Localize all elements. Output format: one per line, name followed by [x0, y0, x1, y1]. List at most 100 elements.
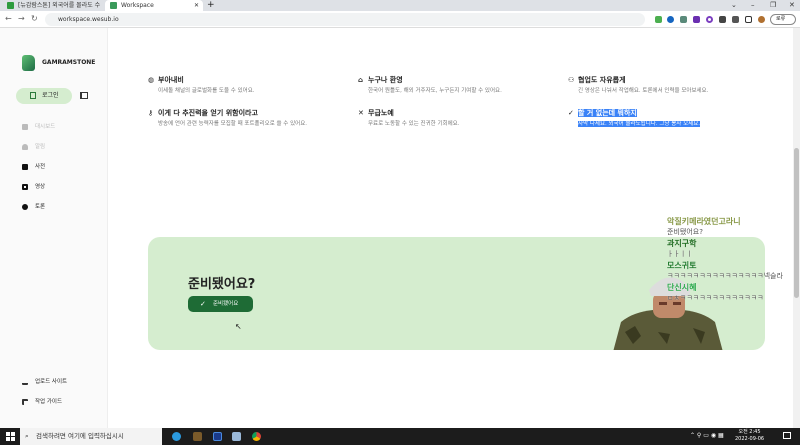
extension-icon[interactable]: [655, 16, 662, 23]
key-icon: ⚷: [148, 109, 154, 117]
forward-icon[interactable]: →: [18, 14, 25, 23]
chat-message: ㅁㅊㅋㅋㅋㅋㅋㅋㅋㅋㅋㅋㅋㅋㅋ: [667, 294, 764, 302]
home-icon: [22, 124, 28, 130]
tab-bar: [뉴감람스톤] 외국어를 몰라도 수 ✕ Workspace ✕ + ⌄ – ❐ ✕: [0, 0, 800, 11]
cta-title: 준비됐어요?: [188, 277, 256, 292]
feature-title: 누구나 환영: [368, 76, 403, 84]
minecraft-icon[interactable]: [193, 432, 202, 441]
feature-title: 협업도 자유롭게: [578, 76, 626, 84]
search-icon: ⌕: [25, 432, 29, 440]
extension-icon[interactable]: [667, 16, 674, 23]
bell-icon: [22, 144, 28, 150]
login-icon: [30, 92, 36, 99]
feature-title: 이게 다 추진력을 얻기 위함이라고: [158, 109, 258, 117]
book-icon: [22, 164, 28, 170]
feature-desc: 무료로 노동할 수 있는 진귀한 기회에요.: [368, 121, 460, 127]
sidebar-item-work-guide[interactable]: 작업 가이드: [22, 398, 62, 406]
sidebar-item-video[interactable]: 영상: [22, 183, 45, 191]
feature-item: ⚇ 협업도 자유롭게긴 영상은 나눠서 작업해요. 토론에서 인력을 모아보세요.: [568, 76, 708, 96]
sidebar-item-label: 업로드 사이트: [35, 379, 68, 385]
clock-date: 2022-09-06: [735, 436, 765, 442]
sidebar-item-discussion[interactable]: 토론: [22, 203, 45, 211]
feature-title: 무급노예: [368, 109, 394, 117]
door-icon: ⌂: [358, 76, 364, 84]
extension-icon[interactable]: [706, 16, 713, 23]
restore-button[interactable]: ❐: [770, 0, 776, 11]
sidebar-item-notifications[interactable]: 알림: [22, 143, 45, 151]
vegas-icon[interactable]: [213, 432, 222, 441]
windows-start-icon[interactable]: [6, 432, 15, 441]
taskbar: ⌕ 검색하려면 여기에 입력하십시시 ⌃ ⚲ ▭ ◉ ▦ 오전 2:45 2022-…: [0, 428, 800, 445]
feature-item: ⌂ 누구나 환영한국어 원틀도, 해외 거주자도, 누구든지 기여할 수 있어요.: [358, 76, 502, 96]
notification-icon[interactable]: [783, 432, 791, 439]
sidebar-item-label: 토론: [35, 204, 46, 210]
close-tab-icon[interactable]: ✕: [194, 0, 199, 11]
extension-icon[interactable]: [719, 16, 726, 23]
back-icon[interactable]: ←: [5, 14, 12, 23]
feature-title: 할 거 없는데 뭐하지: [578, 109, 637, 117]
app-icon[interactable]: [232, 432, 241, 441]
taskbar-search-input[interactable]: ⌕ 검색하려면 여기에 입력하십시시: [20, 428, 162, 445]
profile-button[interactable]: 로류: [770, 14, 796, 25]
sidebar-toggle-icon[interactable]: [80, 92, 88, 99]
scrollbar-thumb[interactable]: [794, 148, 799, 298]
search-placeholder: 검색하려면 여기에 입력하십시시: [36, 432, 124, 440]
check-icon: ✓: [200, 300, 206, 308]
feature-desc: 긴 영상은 나눠서 작업해요. 토론에서 인력을 모아보세요.: [578, 88, 709, 94]
new-tab-button[interactable]: +: [207, 0, 215, 11]
feature-desc: 한국어 원틀도, 해외 거주자도, 누구든지 기여할 수 있어요.: [368, 88, 502, 94]
extension-icon[interactable]: [693, 16, 700, 23]
tab-workspace[interactable]: Workspace ✕: [105, 0, 203, 11]
minimize-button[interactable]: –: [751, 0, 755, 11]
favicon-icon: [7, 2, 14, 9]
guide-icon: [22, 399, 28, 405]
sidebar-item-label: 사전: [35, 164, 46, 170]
reload-icon[interactable]: ↻: [31, 14, 38, 23]
feature-title: 부아내비: [158, 76, 184, 84]
sidebar-item-label: 작업 가이드: [35, 399, 63, 405]
sidebar-item-dictionary[interactable]: 사전: [22, 163, 45, 171]
tab-label: [뉴감람스톤] 외국어를 몰라도 수: [18, 2, 101, 9]
sidebar-item-label: 영상: [35, 184, 46, 190]
edge-icon[interactable]: [172, 432, 181, 441]
chat-username: 단신시혜: [667, 283, 697, 292]
chat-message: ㅋㅋㅋㅋㅋㅋㅋㅋㅋㅋㅋㅋㅋㅋㅋ넥슬라: [667, 272, 783, 280]
chrome-icon[interactable]: [252, 432, 261, 441]
ready-button[interactable]: ✓ 준비됐어요: [188, 296, 253, 312]
chat-icon: [22, 204, 28, 210]
scrollbar[interactable]: [793, 28, 800, 428]
url-text: workspace.wesub.io: [58, 16, 119, 23]
feature-desc: 자막 다세요. 외국어 몰라도됩니다. 그냥 봉사 오세요.: [578, 121, 700, 127]
chat-message: 준비됐어요?: [667, 228, 703, 236]
brand-name: GAMRAMSTONE: [42, 59, 96, 66]
system-tray-icons[interactable]: ⌃ ⚲ ▭ ◉ ▦: [690, 432, 724, 439]
close-window-button[interactable]: ✕: [789, 0, 795, 11]
avatar[interactable]: [758, 16, 765, 23]
ready-button-label: 준비됐어요: [213, 301, 239, 307]
tab-search-icon[interactable]: ⌄: [731, 0, 737, 11]
puzzle-icon[interactable]: [732, 16, 739, 23]
chat-username: 과지구학: [667, 239, 697, 248]
x-icon: ✕: [358, 109, 364, 117]
globe-icon: ◍: [148, 76, 155, 84]
video-icon: [22, 184, 28, 190]
extension-icon[interactable]: [680, 16, 687, 23]
sidebar-item-upload-site[interactable]: 업로드 사이트: [22, 378, 67, 386]
address-bar: ← → ↻ workspace.wesub.io 로류: [0, 11, 800, 28]
url-input[interactable]: workspace.wesub.io: [45, 13, 645, 26]
feature-item: ✓ 할 거 없는데 뭐하지 자막 다세요. 외국어 몰라도됩니다. 그냥 봉사 오세…: [568, 109, 700, 129]
sidebar: GAMRAMSTONE 로그인 대시보드 알림 사전 영상 토론 업로드 사이트…: [0, 28, 108, 428]
side-panel-icon[interactable]: [745, 16, 752, 23]
clock[interactable]: 오전 2:45 2022-09-06: [735, 429, 764, 443]
chat-message: ㅏㅏㅣㅣ: [667, 250, 693, 258]
chat-username: 악질키메라였던고라니: [667, 217, 741, 226]
feature-desc: 이세돌 채널의 글로벌화를 도울 수 있어요.: [158, 88, 255, 94]
favicon-icon: [110, 2, 117, 9]
sidebar-item-dashboard[interactable]: 대시보드: [22, 123, 55, 131]
mouse-cursor-icon: ↖: [235, 322, 242, 331]
gamramstone-logo-icon: [22, 55, 35, 71]
login-button[interactable]: 로그인: [16, 88, 72, 104]
chat-overlay: 악질키메라였던고라니 준비됐어요? 과지구학 ㅏㅏㅣㅣ 모스귀토 ㅋㅋㅋㅋㅋㅋㅋ…: [667, 216, 783, 304]
feature-item: ✕ 무급노예무료로 노동할 수 있는 진귀한 기회에요.: [358, 109, 459, 129]
users-icon: ⚇: [568, 76, 575, 84]
